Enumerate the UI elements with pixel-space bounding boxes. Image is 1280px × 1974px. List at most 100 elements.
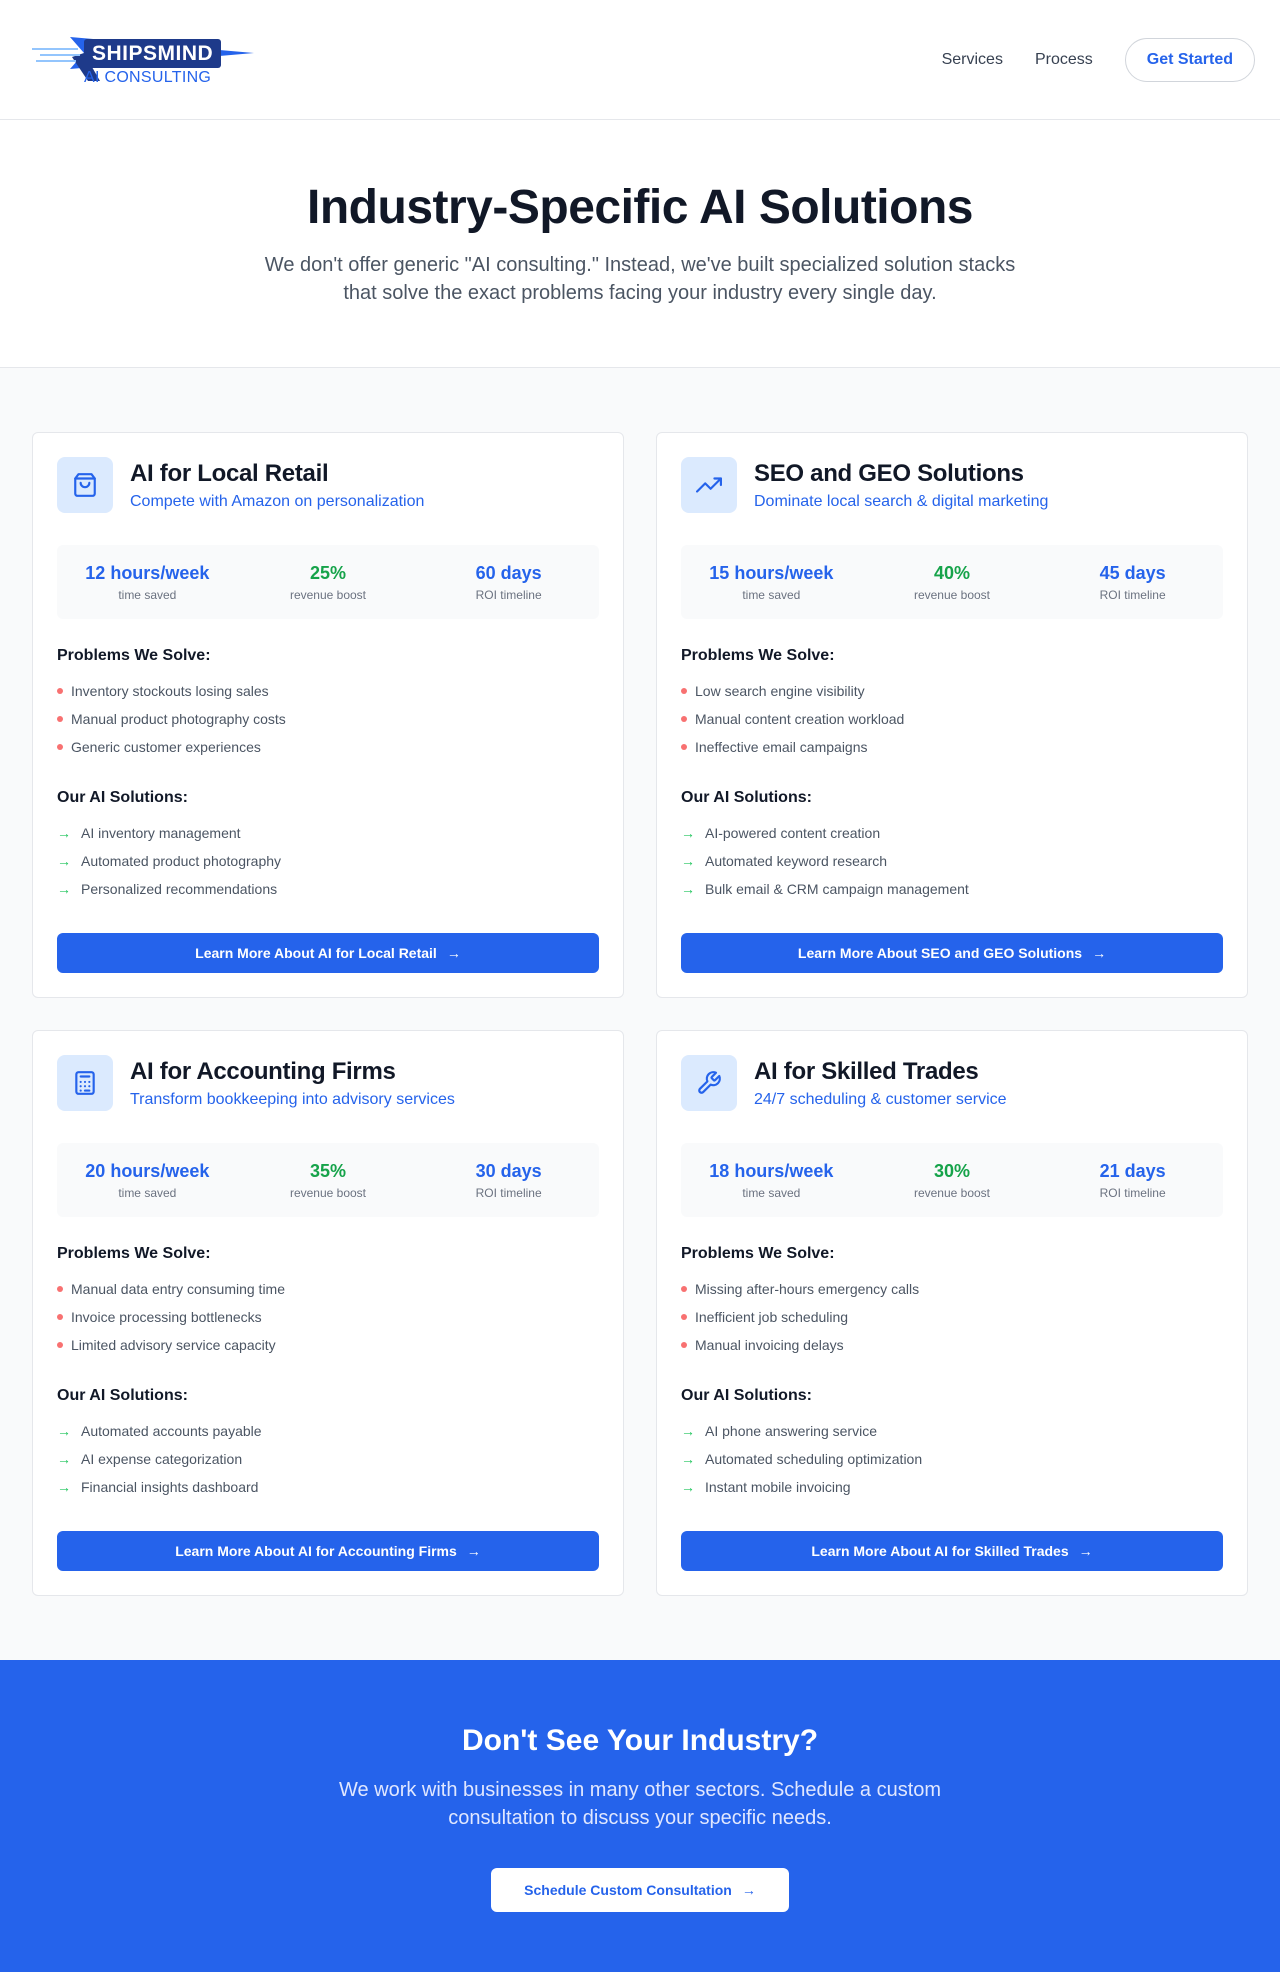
problem-text: Manual content creation workload bbox=[695, 711, 905, 727]
stat: 21 days ROI timeline bbox=[1042, 1161, 1223, 1200]
arrow-right-icon: → bbox=[681, 825, 695, 841]
stat: 45 days ROI timeline bbox=[1042, 563, 1223, 602]
arrow-right-icon: → bbox=[681, 1451, 695, 1467]
problem-item: Generic customer experiences bbox=[57, 733, 599, 761]
learn-more-button[interactable]: Learn More About AI for Skilled Trades → bbox=[681, 1531, 1223, 1571]
hero-section: Industry-Specific AI Solutions We don't … bbox=[0, 120, 1280, 368]
schedule-consultation-button[interactable]: Schedule Custom Consultation → bbox=[491, 1868, 789, 1912]
stat-label: time saved bbox=[118, 1185, 177, 1200]
learn-more-button[interactable]: Learn More About AI for Local Retail → bbox=[57, 933, 599, 973]
solution-item: → Bulk email & CRM campaign management bbox=[681, 875, 1223, 903]
arrow-right-icon: → bbox=[1078, 1543, 1093, 1559]
stat: 25% revenue boost bbox=[238, 563, 419, 602]
arrow-right-icon: → bbox=[681, 1423, 695, 1439]
problem-item: Limited advisory service capacity bbox=[57, 1331, 599, 1359]
solutions-title: Our AI Solutions: bbox=[57, 789, 188, 806]
get-started-button[interactable]: Get Started bbox=[1124, 37, 1255, 82]
solution-text: Financial insights dashboard bbox=[81, 1479, 259, 1495]
bullet-dot-icon bbox=[57, 716, 63, 722]
stat-value: 15 hours/week bbox=[709, 562, 834, 583]
problem-item: Inventory stockouts losing sales bbox=[57, 677, 599, 705]
solution-card: AI for Skilled Trades 24/7 scheduling & … bbox=[656, 1030, 1248, 1596]
problem-item: Manual content creation workload bbox=[681, 705, 1223, 733]
solutions-title: Our AI Solutions: bbox=[57, 1387, 188, 1404]
learn-more-button[interactable]: Learn More About SEO and GEO Solutions → bbox=[681, 933, 1223, 973]
arrow-right-icon: → bbox=[57, 825, 71, 841]
card-title: AI for Skilled Trades bbox=[754, 1058, 979, 1085]
solutions-grid: AI for Local Retail Compete with Amazon … bbox=[32, 432, 1248, 1596]
main-nav: Services Process Get Started bbox=[942, 37, 1255, 82]
card-header: AI for Accounting Firms Transform bookke… bbox=[57, 1055, 599, 1111]
arrow-right-icon: → bbox=[1092, 945, 1107, 961]
solution-item: → Personalized recommendations bbox=[57, 875, 599, 903]
stat-value: 45 days bbox=[1099, 562, 1166, 583]
bullet-dot-icon bbox=[57, 1314, 63, 1320]
learn-more-label: Learn More About AI for Skilled Trades bbox=[811, 1543, 1069, 1559]
solution-card: SEO and GEO Solutions Dominate local sea… bbox=[656, 432, 1248, 998]
stat-label: revenue boost bbox=[913, 587, 991, 602]
arrow-right-icon: → bbox=[57, 1451, 71, 1467]
stat-value: 40% bbox=[933, 562, 970, 583]
stat: 15 hours/week time saved bbox=[681, 563, 862, 602]
bullet-dot-icon bbox=[681, 1342, 687, 1348]
logo-brand: SHIPSMIND bbox=[84, 38, 222, 68]
card-title: AI for Local Retail bbox=[130, 460, 329, 487]
solution-text: AI-powered content creation bbox=[705, 825, 881, 841]
stat-value: 20 hours/week bbox=[85, 1160, 210, 1181]
stat: 30% revenue boost bbox=[862, 1161, 1043, 1200]
stat-label: revenue boost bbox=[289, 1185, 367, 1200]
card-title: AI for Accounting Firms bbox=[130, 1058, 396, 1085]
problem-text: Inventory stockouts losing sales bbox=[71, 683, 269, 699]
card-header: AI for Local Retail Compete with Amazon … bbox=[57, 457, 599, 513]
solution-text: AI inventory management bbox=[81, 825, 241, 841]
problem-text: Inefficient job scheduling bbox=[695, 1309, 849, 1325]
solutions-list: → AI phone answering service → Automated sc… bbox=[681, 1417, 1223, 1501]
problem-item: Missing after-hours emergency calls bbox=[681, 1275, 1223, 1303]
nav-services[interactable]: Services bbox=[942, 51, 1003, 69]
solution-item: → AI-powered content creation bbox=[681, 819, 1223, 847]
card-subtitle: Dominate local search & digital marketin… bbox=[754, 493, 1049, 510]
arrow-right-icon: → bbox=[681, 1479, 695, 1495]
problems-title: Problems We Solve: bbox=[681, 1245, 835, 1262]
solutions-title: Our AI Solutions: bbox=[681, 1387, 812, 1404]
solutions-section: AI for Local Retail Compete with Amazon … bbox=[0, 368, 1280, 1660]
stat-value: 12 hours/week bbox=[85, 562, 210, 583]
solution-card: AI for Local Retail Compete with Amazon … bbox=[32, 432, 624, 998]
learn-more-label: Learn More About AI for Accounting Firms bbox=[175, 1543, 457, 1559]
stats-panel: 12 hours/week time saved 25% revenue boost 6… bbox=[57, 545, 599, 619]
bullet-dot-icon bbox=[681, 1314, 687, 1320]
problems-title: Problems We Solve: bbox=[57, 1245, 211, 1262]
card-subtitle: 24/7 scheduling & customer service bbox=[754, 1091, 1007, 1108]
problem-item: Low search engine visibility bbox=[681, 677, 1223, 705]
stat-value: 21 days bbox=[1099, 1160, 1166, 1181]
problem-text: Manual invoicing delays bbox=[695, 1337, 844, 1353]
logo[interactable]: SHIPSMIND AI CONSULTING bbox=[30, 25, 260, 95]
problems-list: Low search engine visibility Manual conte… bbox=[681, 677, 1223, 761]
bullet-dot-icon bbox=[57, 1342, 63, 1348]
calculator-icon bbox=[57, 1055, 113, 1111]
learn-more-button[interactable]: Learn More About AI for Accounting Firms… bbox=[57, 1531, 599, 1571]
solution-text: AI phone answering service bbox=[705, 1423, 877, 1439]
card-subtitle: Transform bookkeeping into advisory serv… bbox=[130, 1091, 455, 1108]
problem-text: Ineffective email campaigns bbox=[695, 739, 868, 755]
problem-item: Ineffective email campaigns bbox=[681, 733, 1223, 761]
stat-label: time saved bbox=[118, 587, 177, 602]
schedule-consultation-label: Schedule Custom Consultation bbox=[524, 1882, 732, 1898]
solution-text: Automated scheduling optimization bbox=[705, 1451, 923, 1467]
nav-process[interactable]: Process bbox=[1035, 51, 1093, 69]
card-title: SEO and GEO Solutions bbox=[754, 460, 1024, 487]
stat-value: 18 hours/week bbox=[709, 1160, 834, 1181]
stat-label: ROI timeline bbox=[1099, 1185, 1166, 1200]
solution-item: → AI phone answering service bbox=[681, 1417, 1223, 1445]
solution-text: Automated accounts payable bbox=[81, 1423, 262, 1439]
stat-value: 30% bbox=[933, 1160, 970, 1181]
solution-item: → Automated scheduling optimization bbox=[681, 1445, 1223, 1473]
stats-panel: 18 hours/week time saved 30% revenue boost 2… bbox=[681, 1143, 1223, 1217]
problem-text: Manual data entry consuming time bbox=[71, 1281, 285, 1297]
card-header: AI for Skilled Trades 24/7 scheduling & … bbox=[681, 1055, 1223, 1111]
problems-list: Missing after-hours emergency calls Ineff… bbox=[681, 1275, 1223, 1359]
arrow-right-icon: → bbox=[57, 1423, 71, 1439]
solution-text: Bulk email & CRM campaign management bbox=[705, 881, 969, 897]
bullet-dot-icon bbox=[57, 1286, 63, 1292]
stat-label: revenue boost bbox=[289, 587, 367, 602]
